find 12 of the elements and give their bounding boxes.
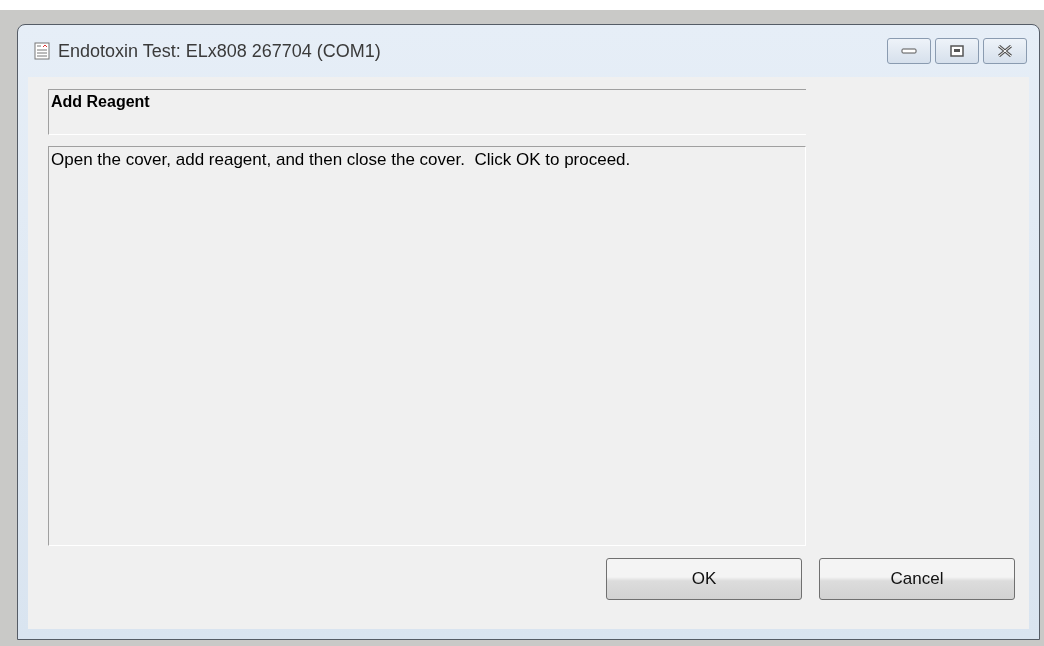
instruction-text: Open the cover, add reagent, and then close the cover. Click OK to proceed. bbox=[48, 146, 806, 546]
minimize-button[interactable] bbox=[887, 38, 931, 64]
cancel-button[interactable]: Cancel bbox=[819, 558, 1015, 600]
ok-button[interactable]: OK bbox=[606, 558, 802, 600]
close-button[interactable] bbox=[983, 38, 1027, 64]
window-title: Endotoxin Test: ELx808 267704 (COM1) bbox=[58, 40, 382, 62]
maximize-button[interactable] bbox=[935, 38, 979, 64]
document-icon bbox=[34, 42, 50, 60]
close-icon bbox=[997, 45, 1013, 57]
step-heading: Add Reagent bbox=[48, 89, 806, 135]
maximize-icon bbox=[950, 45, 964, 57]
minimize-icon bbox=[901, 48, 917, 54]
